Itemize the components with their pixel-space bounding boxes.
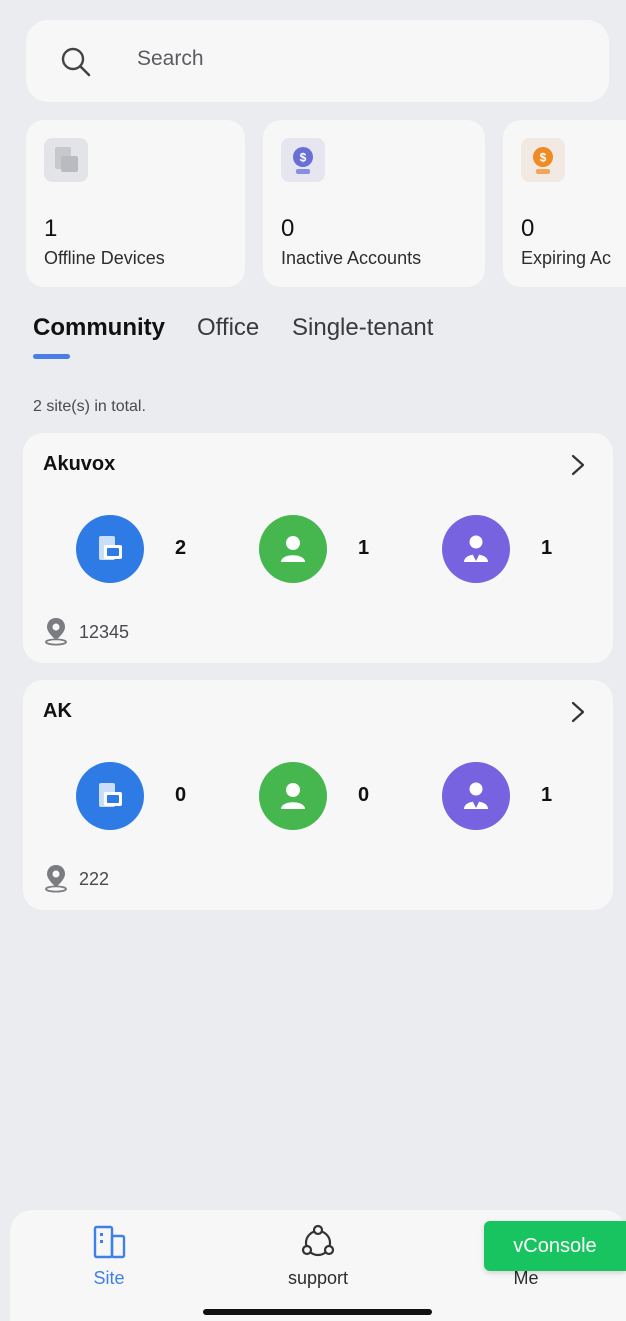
- tab-single-tenant[interactable]: Single-tenant: [292, 314, 433, 342]
- chevron-right-icon[interactable]: [568, 698, 588, 726]
- nav-me-label: Me: [513, 1268, 539, 1288]
- expiring-accounts-label: Expiring Ac: [521, 248, 612, 268]
- expiring-accounts-count: 0: [521, 215, 535, 242]
- site-card-ak[interactable]: AK 0 0 1 222: [23, 680, 613, 910]
- site-card-akuvox[interactable]: Akuvox 2 1 1 12345: [23, 433, 613, 663]
- offline-devices-card[interactable]: 1 Offline Devices: [26, 120, 245, 287]
- site-name: AK: [43, 700, 72, 722]
- site-building-icon: [93, 1225, 126, 1259]
- expiring-account-icon: $: [521, 138, 565, 182]
- nav-site-label: Site: [93, 1268, 125, 1288]
- manager-icon: [442, 515, 510, 583]
- search-bar[interactable]: Search: [26, 20, 609, 102]
- search-icon: [61, 47, 91, 77]
- inactive-accounts-card[interactable]: $ 0 Inactive Accounts: [263, 120, 485, 287]
- resident-icon: [259, 515, 327, 583]
- inactive-accounts-label: Inactive Accounts: [281, 248, 422, 268]
- support-icon: [301, 1224, 335, 1257]
- site-location-text: 12345: [79, 622, 130, 642]
- expiring-accounts-card[interactable]: $ 0 Expiring Ac: [503, 120, 626, 287]
- resident-count: 1: [358, 537, 370, 559]
- device-count: 0: [175, 784, 187, 806]
- nav-support-label: support: [287, 1268, 349, 1288]
- tab-office[interactable]: Office: [197, 314, 259, 342]
- device-count: 2: [175, 537, 187, 559]
- resident-count: 0: [358, 784, 370, 806]
- offline-devices-count: 1: [44, 215, 58, 242]
- svg-text:$: $: [300, 151, 307, 165]
- search-placeholder: Search: [137, 47, 204, 70]
- site-total-count: 2 site(s) in total.: [33, 398, 146, 415]
- resident-icon: [259, 762, 327, 830]
- manager-count: 1: [541, 784, 553, 806]
- vconsole-button[interactable]: vConsole: [484, 1221, 626, 1271]
- location-pin-icon: [45, 618, 67, 646]
- svg-text:$: $: [540, 151, 547, 165]
- offline-devices-label: Offline Devices: [44, 248, 165, 268]
- manager-count: 1: [541, 537, 553, 559]
- tab-community[interactable]: Community: [33, 314, 165, 342]
- location-pin-icon: [45, 865, 67, 893]
- device-icon: [76, 762, 144, 830]
- active-tab-indicator: [33, 354, 70, 359]
- chevron-right-icon[interactable]: [568, 451, 588, 479]
- manager-icon: [442, 762, 510, 830]
- device-icon: [44, 138, 88, 182]
- nav-site[interactable]: Site: [49, 1222, 169, 1289]
- inactive-account-icon: $: [281, 138, 325, 182]
- site-location-text: 222: [79, 869, 110, 889]
- home-indicator[interactable]: [203, 1309, 432, 1315]
- nav-support[interactable]: support: [258, 1222, 378, 1289]
- inactive-accounts-count: 0: [281, 215, 295, 242]
- site-name: Akuvox: [43, 453, 116, 475]
- project-type-tabs: Community Office Single-tenant: [33, 310, 593, 365]
- device-icon: [76, 515, 144, 583]
